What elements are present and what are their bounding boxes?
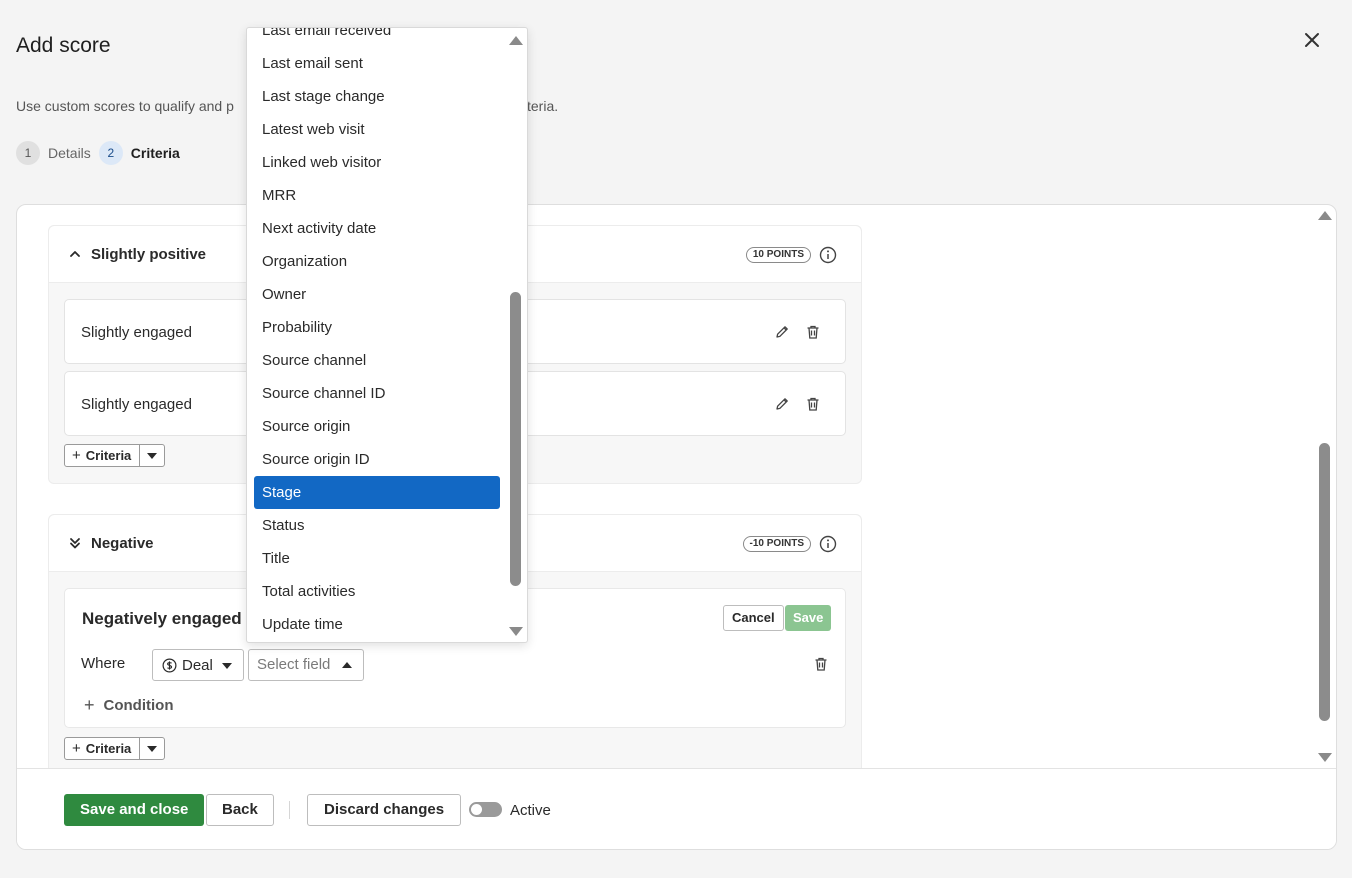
add-criteria-split-button: + Criteria [64, 737, 166, 760]
save-and-close-button[interactable]: Save and close [64, 794, 205, 826]
plus-icon: + [72, 447, 81, 464]
section-title: Slightly positive [91, 246, 207, 263]
info-icon[interactable] [819, 246, 837, 264]
add-criteria-label: Criteria [85, 448, 132, 463]
caret-down-icon [147, 745, 158, 752]
entity-select[interactable]: Deal [152, 649, 244, 681]
trash-icon[interactable] [805, 324, 821, 340]
step-number-criteria: 2 [98, 141, 123, 165]
entity-select-value: Deal [182, 656, 213, 674]
caret-up-icon [342, 662, 352, 668]
add-criteria-button[interactable]: + Criteria [65, 445, 141, 466]
dropdown-option[interactable]: Last stage change [254, 80, 500, 113]
scroll-down-arrow[interactable] [1318, 753, 1332, 762]
criteria-menu-toggle[interactable] [140, 738, 164, 759]
dropdown-option[interactable]: Source origin ID [254, 443, 500, 476]
section-title: Negative [91, 535, 154, 552]
criteria-label: Slightly engaged [81, 396, 192, 413]
dropdown-scroll-up-arrow[interactable] [509, 36, 523, 45]
points-badge: -10 POINTS [742, 536, 811, 552]
dollar-icon [162, 658, 177, 672]
cancel-button[interactable]: Cancel [723, 605, 784, 631]
discard-changes-button[interactable]: Discard changes [307, 794, 462, 826]
trash-icon[interactable] [805, 396, 821, 412]
pencil-icon[interactable] [774, 324, 790, 340]
dropdown-option[interactable]: Source origin [254, 410, 500, 443]
dropdown-option[interactable]: Status [254, 509, 500, 542]
dropdown-option[interactable]: Update time [254, 608, 500, 641]
active-label: Active [510, 802, 551, 819]
active-toggle[interactable] [469, 802, 502, 817]
add-condition-label: Condition [103, 697, 174, 714]
dropdown-scroll-down-arrow[interactable] [509, 627, 523, 636]
dropdown-option[interactable]: Title [254, 542, 500, 575]
close-icon[interactable] [1300, 28, 1324, 52]
step-details[interactable]: Details [48, 145, 91, 161]
save-button[interactable]: Save [785, 605, 832, 631]
divider [289, 801, 290, 819]
dropdown-option[interactable]: Source channel [254, 344, 500, 377]
field-select[interactable]: Select field [248, 649, 364, 681]
page-subtitle: Use custom scores to qualify and p teria… [16, 98, 558, 114]
points-badge: 10 POINTS [745, 247, 811, 263]
add-criteria-split-button: + Criteria [64, 444, 166, 467]
double-chevron-down-icon[interactable] [68, 536, 82, 550]
footer-bar: Save and close Back Discard changes Acti… [17, 768, 1336, 849]
add-criteria-button[interactable]: + Criteria [65, 738, 141, 759]
add-criteria-label: Criteria [85, 741, 132, 756]
dropdown-option[interactable]: Owner [254, 278, 500, 311]
pencil-icon[interactable] [774, 396, 790, 412]
field-select-placeholder: Select field [257, 656, 331, 673]
criteria-editor-title: Negatively engaged [82, 609, 242, 628]
scroll-up-arrow[interactable] [1318, 211, 1332, 220]
info-icon[interactable] [819, 535, 837, 553]
dropdown-option[interactable]: Probability [254, 311, 500, 344]
chevron-up-icon[interactable] [68, 247, 82, 261]
scrollbar-thumb[interactable] [1319, 443, 1330, 721]
subtitle-end: teria. [527, 98, 559, 114]
field-dropdown-menu: Last email received Last email sent Last s… [246, 27, 528, 643]
dropdown-option[interactable]: MRR [254, 179, 500, 212]
dropdown-option[interactable]: Linked web visitor [254, 146, 500, 179]
trash-icon[interactable] [813, 656, 829, 672]
dropdown-option[interactable]: Total activities [254, 575, 500, 608]
page-title: Add score [16, 34, 111, 57]
subtitle-start: Use custom scores to qualify and p [16, 98, 234, 114]
caret-down-icon [222, 663, 232, 669]
caret-down-icon [147, 452, 158, 459]
step-criteria[interactable]: Criteria [131, 145, 180, 161]
dropdown-option[interactable]: Source channel ID [254, 377, 500, 410]
criteria-label: Slightly engaged [81, 324, 192, 341]
where-label: Where [81, 655, 126, 672]
stepper: 1 Details 2 Criteria [16, 141, 180, 165]
dropdown-option[interactable]: Next activity date [254, 212, 500, 245]
dropdown-option[interactable]: Stage [254, 476, 500, 509]
plus-icon: + [84, 695, 95, 715]
step-number-details: 1 [16, 141, 40, 165]
field-dropdown-list: Last email received Last email sent Last s… [247, 28, 507, 641]
toggle-knob [471, 804, 482, 815]
dropdown-scrollbar-thumb[interactable] [510, 292, 521, 586]
dropdown-option[interactable]: Last email received [254, 28, 500, 47]
dropdown-option[interactable]: Last email sent [254, 47, 500, 80]
dropdown-option[interactable]: Latest web visit [254, 113, 500, 146]
criteria-card: Slightly positive 10 POINTS Slightly eng… [16, 204, 1337, 850]
back-button[interactable]: Back [206, 794, 274, 826]
dropdown-option[interactable]: Organization [254, 245, 500, 278]
plus-icon: + [72, 740, 81, 757]
criteria-menu-toggle[interactable] [140, 445, 164, 466]
add-condition-button[interactable]: + Condition [84, 695, 174, 716]
